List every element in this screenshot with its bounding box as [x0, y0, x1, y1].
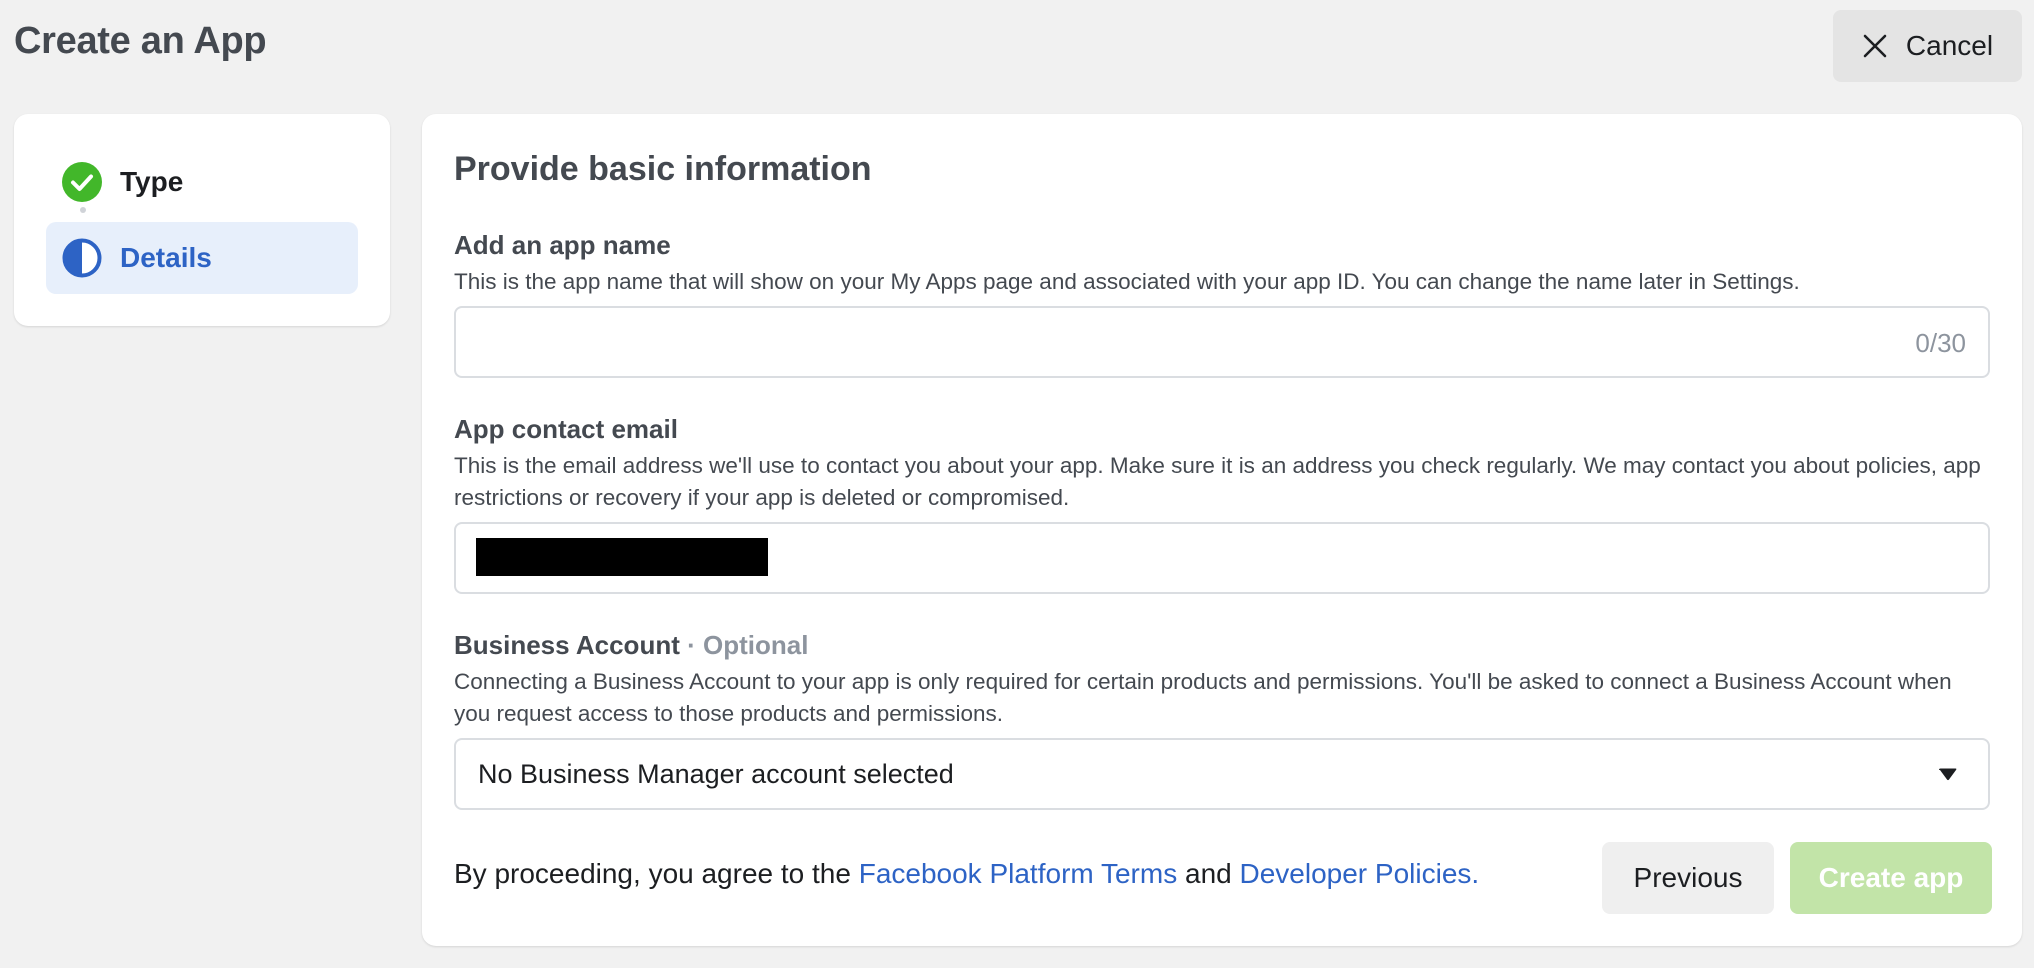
terms-prefix: By proceeding, you agree to the	[454, 858, 859, 889]
business-account-label-text: Business Account	[454, 630, 680, 660]
optional-tag: · Optional	[679, 630, 809, 660]
create-app-page: Create an App Cancel Type Details Provid…	[0, 0, 2034, 968]
half-circle-icon	[62, 238, 102, 278]
step-type[interactable]: Type	[46, 146, 358, 218]
developer-policies-link[interactable]: Developer Policies.	[1240, 858, 1480, 889]
contact-email-label: App contact email	[454, 414, 678, 444]
close-icon	[1862, 33, 1888, 59]
main-form-card: Provide basic information Add an app nam…	[422, 114, 2022, 946]
business-account-select[interactable]: No Business Manager account selected	[454, 738, 1990, 810]
step-details[interactable]: Details	[46, 222, 358, 294]
terms-middle: and	[1177, 858, 1240, 889]
create-app-button[interactable]: Create app	[1790, 842, 1992, 914]
check-circle-icon	[62, 162, 102, 202]
cancel-button[interactable]: Cancel	[1833, 10, 2022, 82]
business-account-description: Connecting a Business Account to your ap…	[454, 669, 1952, 726]
contact-email-description: This is the email address we'll use to c…	[454, 453, 1981, 510]
business-account-selected-value: No Business Manager account selected	[478, 758, 954, 789]
business-account-label: Business Account · Optional	[454, 630, 808, 661]
app-name-input[interactable]: 0/30	[454, 306, 1990, 378]
contact-email-input[interactable]	[454, 522, 1990, 594]
previous-button[interactable]: Previous	[1602, 842, 1774, 914]
step-type-label: Type	[120, 166, 184, 197]
app-name-description: This is the app name that will show on y…	[454, 269, 1800, 294]
section-title: Provide basic information	[454, 150, 872, 188]
facebook-platform-terms-link[interactable]: Facebook Platform Terms	[859, 858, 1178, 889]
app-name-label: Add an app name	[454, 230, 671, 260]
redacted-email-value	[476, 538, 768, 576]
cancel-label: Cancel	[1905, 30, 1994, 61]
terms-text: By proceeding, you agree to the Facebook…	[454, 858, 1479, 890]
caret-down-icon	[1938, 768, 1958, 787]
page-title: Create an App	[14, 20, 267, 62]
stepper-card: Type Details	[14, 114, 390, 326]
step-details-label: Details	[120, 242, 212, 273]
char-count: 0/30	[1915, 328, 1966, 358]
